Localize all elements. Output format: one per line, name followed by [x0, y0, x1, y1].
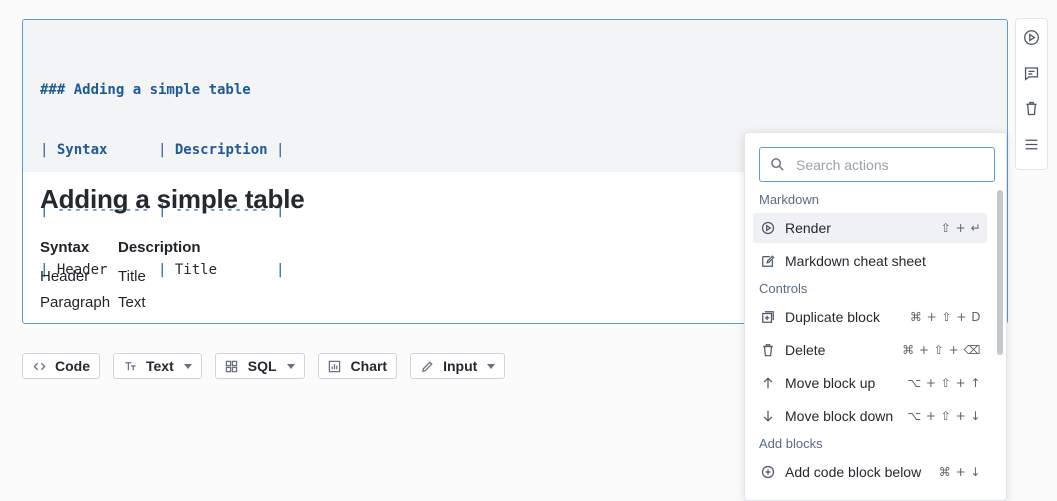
shortcut: ⌘ + ⇧ + ⌫ — [902, 343, 981, 357]
add-input-button[interactable]: Input — [410, 353, 506, 379]
action-label: Add code block below — [785, 464, 922, 480]
actions-list: Markdown Render ⇧ + ↵ Markdown cheat she… — [745, 187, 995, 487]
grid-icon — [225, 359, 239, 373]
add-code-button[interactable]: Code — [22, 353, 100, 379]
button-label: Input — [443, 358, 478, 374]
action-delete[interactable]: Delete ⌘ + ⇧ + ⌫ — [753, 335, 987, 365]
button-label: Chart — [350, 358, 388, 374]
section-label-add-blocks: Add blocks — [759, 436, 823, 451]
add-sql-button[interactable]: SQL — [214, 353, 305, 379]
action-duplicate-block[interactable]: Duplicate block ⌘ + ⇧ + D — [753, 302, 987, 332]
action-move-block-up[interactable]: Move block up ⌥ + ⇧ + ↑ — [753, 368, 987, 398]
code-icon — [32, 359, 46, 373]
search-input[interactable] — [796, 156, 976, 173]
search-icon — [771, 158, 784, 171]
action-label: Duplicate block — [785, 309, 880, 325]
action-markdown-cheat-sheet[interactable]: Markdown cheat sheet — [753, 246, 987, 276]
shortcut: ⌥ + ⇧ + ↑ — [907, 376, 981, 390]
menu-button[interactable] — [1020, 134, 1044, 156]
comment-icon — [1024, 67, 1039, 81]
section-label-controls: Controls — [759, 281, 808, 296]
edit-note-icon — [761, 254, 775, 268]
action-label: Move block up — [785, 375, 876, 391]
block-side-rail — [1015, 18, 1048, 170]
action-label: Render — [785, 220, 831, 236]
comment-button[interactable] — [1020, 63, 1044, 85]
chevron-down-icon — [487, 363, 496, 369]
add-text-button[interactable]: Text — [113, 353, 202, 379]
menu-icon — [1025, 139, 1038, 150]
chevron-down-icon — [286, 363, 295, 369]
button-label: Code — [55, 358, 90, 374]
button-label: Text — [146, 358, 174, 374]
play-circle-icon — [1024, 30, 1039, 46]
section-label-markdown: Markdown — [759, 192, 819, 207]
add-circle-icon — [761, 465, 775, 479]
shortcut: ⇧ + ↵ — [940, 221, 981, 235]
trash-icon — [1026, 102, 1037, 116]
actions-scrollbar[interactable] — [996, 190, 1004, 500]
chart-icon — [328, 359, 342, 373]
arrow-down-icon — [761, 409, 775, 423]
text-type-icon — [123, 359, 137, 373]
shortcut: ⌥ + ⇧ + ↓ — [907, 409, 981, 423]
shortcut: ⌘ + ↓ — [938, 465, 981, 479]
run-button[interactable] — [1020, 27, 1044, 49]
action-label: Delete — [785, 342, 826, 358]
chevron-down-icon — [183, 363, 192, 369]
scrollbar-thumb[interactable] — [997, 190, 1003, 355]
action-add-code-block-below[interactable]: Add code block below ⌘ + ↓ — [753, 457, 987, 487]
arrow-up-icon — [761, 376, 775, 390]
pencil-icon — [420, 359, 434, 373]
action-label: Move block down — [785, 408, 894, 424]
actions-menu: Markdown Render ⇧ + ↵ Markdown cheat she… — [744, 132, 1007, 501]
trash-icon — [761, 343, 775, 357]
shortcut: ⌘ + ⇧ + D — [909, 310, 981, 324]
add-chart-button[interactable]: Chart — [317, 353, 398, 379]
search-actions-field[interactable] — [759, 147, 995, 182]
delete-button[interactable] — [1020, 98, 1044, 120]
editor-line: ### Adding a simple table — [40, 82, 251, 98]
action-render[interactable]: Render ⇧ + ↵ — [753, 213, 987, 243]
action-label: Markdown cheat sheet — [785, 253, 926, 269]
action-move-block-down[interactable]: Move block down ⌥ + ⇧ + ↓ — [753, 401, 987, 431]
button-label: SQL — [247, 358, 277, 374]
play-circle-icon — [761, 221, 775, 235]
duplicate-icon — [761, 310, 775, 324]
add-block-toolbar: Code Text SQL Chart Input — [22, 353, 506, 379]
table-cell: Text — [118, 293, 146, 311]
